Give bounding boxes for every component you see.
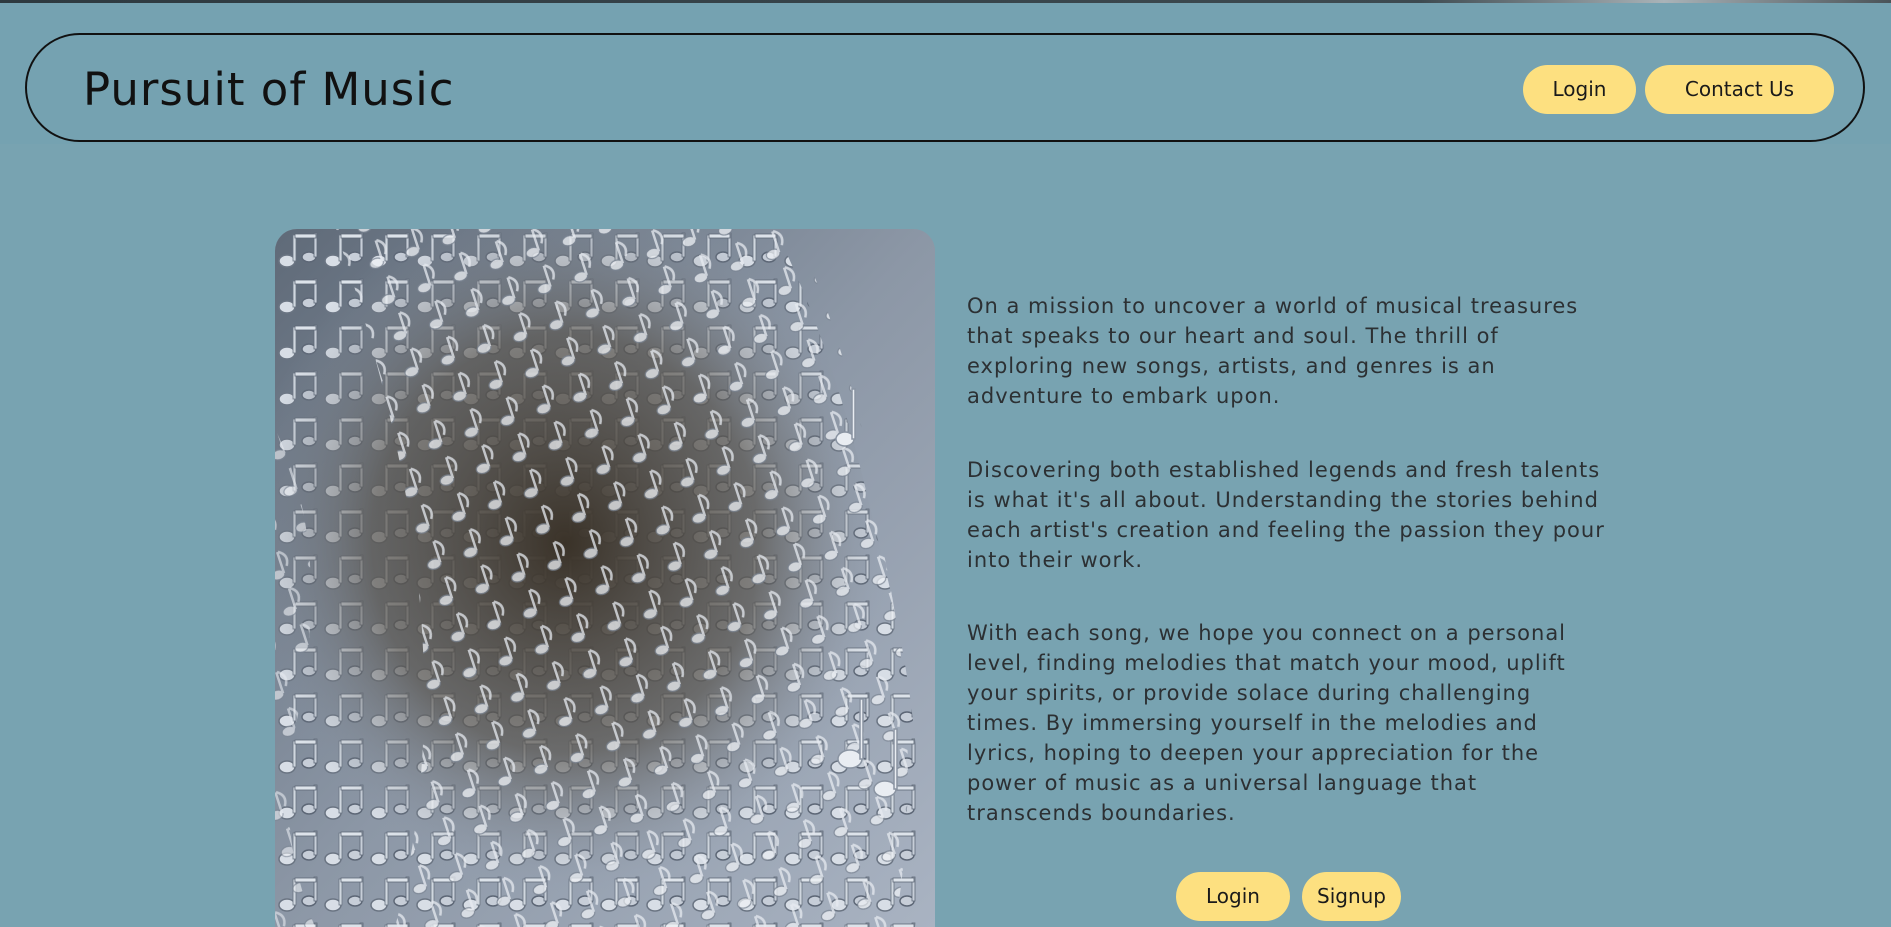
nav-contact-button[interactable]: Contact Us: [1645, 65, 1834, 114]
music-notes-illustration: [275, 229, 935, 927]
cta-signup-button[interactable]: Signup: [1302, 872, 1401, 921]
intro-paragraph-3: With each song, we hope you connect on a…: [967, 621, 1567, 825]
music-notes-image: [275, 229, 935, 927]
intro-paragraph-2: Discovering both established legends and…: [967, 458, 1605, 572]
nav-login-button[interactable]: Login: [1523, 65, 1636, 114]
cta-login-button[interactable]: Login: [1176, 872, 1290, 921]
brand-title: Pursuit of Music: [83, 63, 455, 116]
intro-paragraph-1: On a mission to uncover a world of music…: [967, 294, 1579, 408]
